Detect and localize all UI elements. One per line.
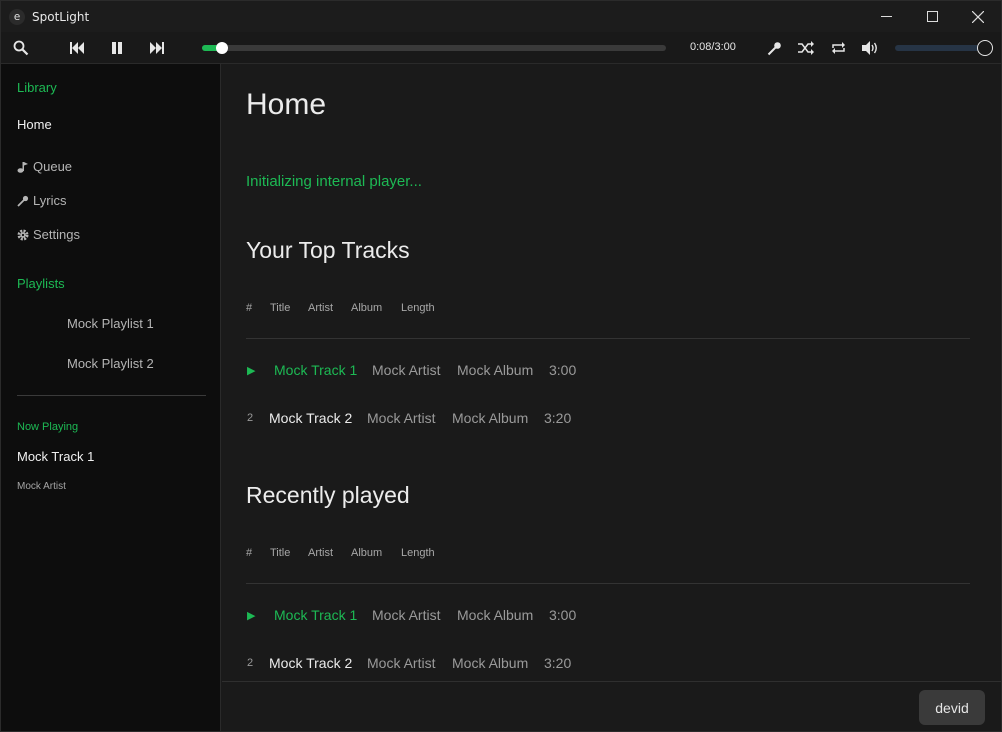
player-status: Initializing internal player... xyxy=(246,173,422,190)
minimize-button[interactable] xyxy=(863,1,909,32)
next-icon xyxy=(150,42,164,54)
repeat-button[interactable] xyxy=(829,39,847,57)
microphone-icon xyxy=(767,41,781,55)
playlists-heading: Playlists xyxy=(17,276,65,291)
sidebar-item-label: Home xyxy=(17,117,52,132)
sidebar-playlist-item[interactable]: Mock Playlist 1 xyxy=(67,316,154,331)
pause-icon xyxy=(112,42,122,54)
column-header-artist[interactable]: Artist xyxy=(308,302,333,314)
track-album: Mock Album xyxy=(452,410,529,426)
window-title: SpotLight xyxy=(32,9,90,24)
sidebar-item-settings[interactable]: Settings xyxy=(17,227,80,242)
next-button[interactable] xyxy=(148,39,166,57)
volume-button[interactable] xyxy=(861,39,879,57)
section-title-recently-played: Recently played xyxy=(246,482,410,508)
track-length: 3:00 xyxy=(549,362,577,378)
window-controls xyxy=(863,1,1001,32)
track-artist: Mock Artist xyxy=(367,655,436,671)
column-header-title[interactable]: Title xyxy=(270,547,290,559)
sidebar-item-label: Settings xyxy=(33,227,80,242)
track-row[interactable]: ▶ Mock Track 1 Mock Artist Mock Album 3:… xyxy=(246,362,970,382)
track-title: Mock Track 2 xyxy=(269,410,353,426)
sidebar: Library Home Queue Lyrics Settings Playl… xyxy=(1,64,221,731)
lyrics-button[interactable] xyxy=(765,39,783,57)
column-header-artist[interactable]: Artist xyxy=(308,547,333,559)
sidebar-item-queue[interactable]: Queue xyxy=(17,159,72,174)
minimize-icon xyxy=(880,16,892,17)
library-heading: Library xyxy=(17,80,57,95)
sidebar-item-label: Lyrics xyxy=(33,193,67,208)
progress-slider[interactable] xyxy=(202,42,666,54)
track-number: 2 xyxy=(247,657,254,669)
search-button[interactable] xyxy=(12,39,30,57)
sidebar-item-home[interactable]: Home xyxy=(17,117,52,132)
user-button[interactable]: devid xyxy=(919,690,985,725)
progress-handle[interactable] xyxy=(216,42,229,54)
sidebar-playlist-item[interactable]: Mock Playlist 2 xyxy=(67,356,154,371)
track-title: Mock Track 1 xyxy=(274,607,358,623)
shuffle-icon xyxy=(798,41,814,55)
close-button[interactable] xyxy=(955,1,1001,32)
repeat-icon xyxy=(831,42,845,54)
track-row[interactable]: ▶ Mock Track 1 Mock Artist Mock Album 3:… xyxy=(246,607,970,627)
track-album: Mock Album xyxy=(452,655,529,671)
track-length: 3:20 xyxy=(544,410,572,426)
previous-icon xyxy=(70,42,84,54)
playback-time: 0:08/3:00 xyxy=(690,41,736,53)
track-row[interactable]: 2 Mock Track 2 Mock Artist Mock Album 3:… xyxy=(246,655,970,675)
volume-slider[interactable] xyxy=(895,40,993,56)
column-header-number[interactable]: # xyxy=(246,547,252,559)
now-playing-title[interactable]: Mock Track 1 xyxy=(17,449,94,464)
table-divider xyxy=(246,583,970,584)
page-title: Home xyxy=(246,88,327,121)
main-content: Home Initializing internal player... You… xyxy=(222,64,1001,681)
track-length: 3:00 xyxy=(549,607,577,623)
now-playing-label: Now Playing xyxy=(17,421,79,433)
play-icon[interactable]: ▶ xyxy=(247,609,255,622)
volume-icon xyxy=(861,41,877,55)
shuffle-button[interactable] xyxy=(797,39,815,57)
sidebar-item-label: Queue xyxy=(33,159,73,174)
track-title: Mock Track 2 xyxy=(269,655,353,671)
column-header-length[interactable]: Length xyxy=(401,302,435,314)
track-length: 3:20 xyxy=(544,655,572,671)
title-bar: e SpotLight xyxy=(1,1,1001,32)
track-artist: Mock Artist xyxy=(372,362,441,378)
column-header-title[interactable]: Title xyxy=(270,302,290,314)
track-album: Mock Album xyxy=(457,362,534,378)
column-header-album[interactable]: Album xyxy=(351,302,382,314)
close-icon xyxy=(972,10,984,23)
track-artist: Mock Artist xyxy=(367,410,436,426)
maximize-icon xyxy=(926,11,938,22)
gear-icon xyxy=(17,229,29,240)
section-title-top-tracks: Your Top Tracks xyxy=(246,237,410,263)
now-playing-artist[interactable]: Mock Artist xyxy=(17,481,66,492)
app-window: e SpotLight 0:08/3:00 Library Home Queue… xyxy=(0,0,1002,732)
track-number: 2 xyxy=(247,412,254,424)
track-title: Mock Track 1 xyxy=(274,362,358,378)
pause-button[interactable] xyxy=(108,39,126,57)
table-divider xyxy=(246,338,970,339)
sidebar-item-lyrics[interactable]: Lyrics xyxy=(17,193,66,208)
microphone-icon xyxy=(17,195,29,207)
previous-button[interactable] xyxy=(68,39,86,57)
track-album: Mock Album xyxy=(457,607,534,623)
app-logo-icon: e xyxy=(9,8,25,25)
column-header-album[interactable]: Album xyxy=(351,547,382,559)
track-artist: Mock Artist xyxy=(372,607,441,623)
sidebar-divider xyxy=(17,395,206,396)
column-header-length[interactable]: Length xyxy=(401,547,435,559)
search-icon xyxy=(13,40,29,56)
column-header-number[interactable]: # xyxy=(246,302,252,314)
volume-handle[interactable] xyxy=(977,40,993,56)
track-row[interactable]: 2 Mock Track 2 Mock Artist Mock Album 3:… xyxy=(246,410,970,430)
play-icon[interactable]: ▶ xyxy=(247,364,255,377)
player-bar: 0:08/3:00 xyxy=(1,32,1001,64)
bottom-bar: devid xyxy=(222,681,1001,731)
maximize-button[interactable] xyxy=(909,1,955,32)
music-note-icon xyxy=(17,161,28,173)
